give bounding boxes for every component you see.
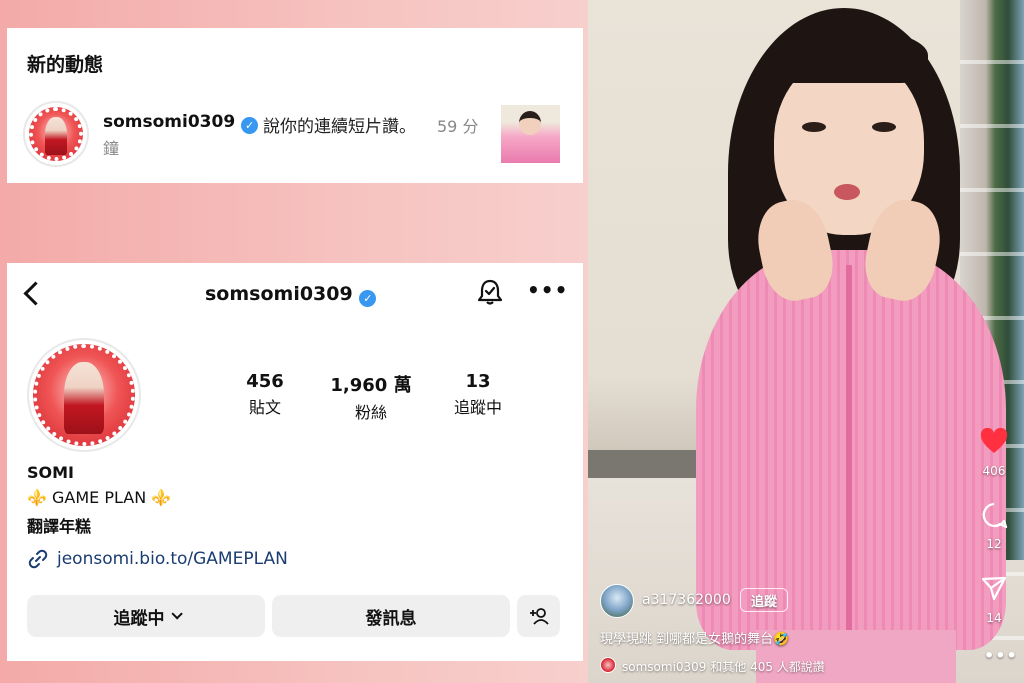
stat-following[interactable]: 13 追蹤中 bbox=[445, 371, 511, 418]
girl-right-eye bbox=[872, 122, 896, 132]
followers-count: 1,960 萬 bbox=[330, 375, 412, 396]
bio-line: ⚜️ GAME PLAN ⚜️ bbox=[27, 488, 171, 507]
back-arrow-icon[interactable] bbox=[20, 280, 46, 306]
notification-username[interactable]: somsomi0309 bbox=[103, 112, 235, 132]
reel-author-username[interactable]: a317362000 bbox=[642, 592, 731, 608]
link-icon bbox=[28, 549, 48, 569]
comment-count: 12 bbox=[986, 537, 1002, 551]
liked-by-text[interactable]: somsomi0309 和其他 405 人都說讚 bbox=[622, 658, 825, 675]
verified-badge-icon: ✓ bbox=[359, 290, 377, 307]
notification-time-unit: 鐘 bbox=[103, 139, 120, 158]
verified-badge-icon: ✓ bbox=[241, 117, 259, 134]
bio-link-row[interactable]: jeonsomi.bio.to/GAMEPLAN bbox=[27, 548, 288, 570]
following-button[interactable]: 追蹤中 bbox=[27, 595, 265, 637]
more-options-icon[interactable]: ••• bbox=[984, 646, 1018, 665]
message-button[interactable]: 發訊息 bbox=[272, 595, 510, 637]
bio-link[interactable]: jeonsomi.bio.to/GAMEPLAN bbox=[57, 549, 288, 569]
girl-mouth bbox=[834, 184, 860, 200]
posts-count: 456 bbox=[246, 371, 284, 392]
profile-header-title: somsomi0309 ✓ bbox=[205, 283, 377, 307]
notification-username-row[interactable]: somsomi0309 ✓ bbox=[103, 112, 259, 134]
share-count: 14 bbox=[986, 611, 1002, 625]
comment-icon[interactable] bbox=[980, 501, 1008, 529]
fleur-de-lis-icon: ⚜️ bbox=[151, 488, 172, 507]
following-button-label: 追蹤中 bbox=[113, 608, 165, 629]
add-user-button[interactable] bbox=[517, 595, 560, 637]
activity-card: 新的動態 somsomi0309 ✓ 說你的連續短片讚。 59 分 鐘 bbox=[7, 28, 583, 183]
follow-button[interactable]: 追蹤 bbox=[740, 588, 788, 612]
stat-followers[interactable]: 1,960 萬 粉絲 bbox=[325, 371, 417, 423]
girl-left-eye bbox=[802, 122, 826, 132]
more-options-icon[interactable]: ••• bbox=[527, 278, 567, 304]
bio-translation-credit: 翻譯年糕 bbox=[27, 517, 92, 536]
share-icon[interactable] bbox=[980, 574, 1008, 602]
activity-title: 新的動態 bbox=[27, 54, 104, 76]
girl-bangs bbox=[768, 28, 928, 83]
bio-text: GAME PLAN bbox=[52, 488, 147, 507]
fleur-de-lis-icon: ⚜️ bbox=[27, 488, 47, 507]
stat-posts[interactable]: 456 貼文 bbox=[237, 371, 293, 418]
heart-icon[interactable] bbox=[980, 428, 1008, 454]
profile-card: somsomi0309 ✓ ••• 456 貼文 1,960 萬 粉絲 13 追… bbox=[7, 263, 583, 661]
reel-thumbnail[interactable] bbox=[501, 105, 560, 163]
profile-avatar[interactable] bbox=[27, 338, 141, 452]
notification-user-avatar[interactable] bbox=[23, 101, 89, 167]
reel-author-avatar[interactable] bbox=[600, 584, 634, 618]
posts-label: 貼文 bbox=[248, 398, 281, 417]
like-count: 406 bbox=[982, 464, 1006, 478]
chevron-down-icon bbox=[170, 608, 183, 620]
following-count: 13 bbox=[465, 371, 491, 392]
reel-caption[interactable]: 現學現跳 到哪都是女鵝的舞台🤣 bbox=[600, 628, 789, 647]
outfit-zipper bbox=[846, 265, 852, 645]
liked-by-avatar bbox=[600, 657, 616, 673]
add-user-icon bbox=[529, 608, 549, 625]
profile-username: somsomi0309 bbox=[205, 283, 353, 305]
bio-name: SOMI bbox=[27, 463, 74, 482]
notification-time: 59 分 bbox=[437, 117, 479, 136]
following-label: 追蹤中 bbox=[453, 398, 502, 417]
message-button-label: 發訊息 bbox=[365, 608, 417, 629]
followers-label: 粉絲 bbox=[354, 403, 387, 422]
notification-message: 說你的連續短片讚。 bbox=[263, 117, 416, 137]
reel-video[interactable]: 406 12 14 ••• a317362000 追蹤 現學現跳 到哪都是女鵝的… bbox=[588, 0, 1024, 683]
bell-icon[interactable] bbox=[476, 278, 504, 306]
